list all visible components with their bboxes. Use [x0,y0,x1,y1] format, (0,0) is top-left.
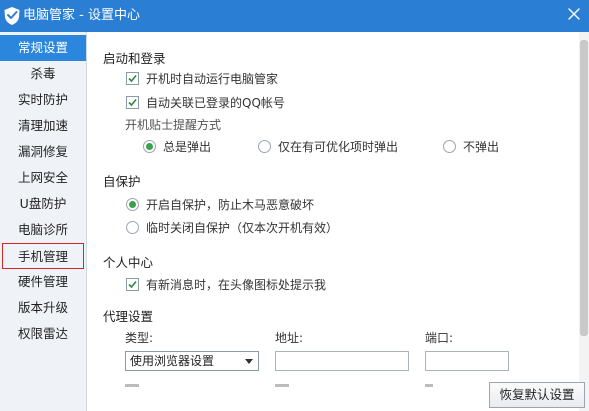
checkmark-icon [128,280,137,289]
clipped-field-label [425,384,433,387]
tips-subtitle: 开机贴士提醒方式 [125,118,222,132]
clipped-field-label [125,384,139,387]
self-protect-section-title: 自保护 [103,174,141,189]
proxy-type-value: 使用浏览器设置 [130,354,215,368]
tips-always-label: 总是弹出 [163,140,212,154]
close-icon [568,8,580,20]
tips-optimizable-label: 仅在有可优化项时弹出 [278,140,399,154]
startup-section-title: 启动和登录 [103,51,166,66]
sidebar-item-version-upgrade[interactable]: 版本升级 [0,295,86,321]
vertical-scrollbar[interactable] [579,32,589,411]
autostart-checkbox[interactable] [126,72,139,85]
sidebar-item-hardware-management[interactable]: 硬件管理 [0,269,86,295]
sidebar-item-vulnerability-fix[interactable]: 漏洞修复 [0,139,86,165]
qq-link-label: 自动关联已登录的QQ帐号 [146,96,285,110]
dropdown-arrow-icon [245,359,253,364]
self-protect-off-label: 临时关闭自保护（仅本次开机有效） [146,221,339,235]
sidebar-item-phone-management[interactable]: 手机管理 [2,243,84,269]
self-protect-on-label: 开启自保护，防止木马恶意破坏 [146,198,315,212]
clipped-field-label [275,384,289,387]
shield-logo-icon [4,7,20,25]
self-protect-on-radio[interactable] [126,198,139,211]
proxy-address-label: 地址: [275,331,304,345]
sidebar-item-general[interactable]: 常规设置 [0,35,86,61]
checkmark-icon [128,98,137,107]
sidebar-item-permission-radar[interactable]: 权限雷达 [0,321,86,347]
tips-always-radio[interactable] [143,140,156,153]
notify-checkbox[interactable] [126,278,139,291]
sidebar-item-usb-protection[interactable]: U盘防护 [0,191,86,217]
sidebar-item-realtime-protection[interactable]: 实时防护 [0,87,86,113]
tips-never-radio[interactable] [443,140,456,153]
self-protect-off-radio[interactable] [126,221,139,234]
title-bar: 电脑管家 - 设置中心 [0,0,589,32]
proxy-type-label: 类型: [125,331,154,345]
sidebar-item-web-security[interactable]: 上网安全 [0,165,86,191]
scrollbar-thumb[interactable] [580,40,588,336]
qq-link-checkbox[interactable] [126,96,139,109]
close-button[interactable] [559,0,589,30]
settings-window: 电脑管家 - 设置中心 常规设置 杀毒 实时防护 清理加速 漏洞修复 上网安全 … [0,0,589,411]
proxy-type-select[interactable]: 使用浏览器设置 [125,351,259,371]
tips-never-label: 不弹出 [463,140,500,154]
checkmark-icon [128,74,137,83]
proxy-port-input[interactable] [425,351,509,371]
settings-content: 启动和登录 开机时自动运行电脑管家 自动关联已登录的QQ帐号 开机贴士提醒方式 … [88,32,589,411]
proxy-port-label: 端口: [425,331,454,345]
restore-defaults-button[interactable]: 恢复默认设置 [489,382,585,408]
sidebar-item-pc-clinic[interactable]: 电脑诊所 [0,217,86,243]
sidebar: 常规设置 杀毒 实时防护 清理加速 漏洞修复 上网安全 U盘防护 电脑诊所 手机… [0,32,87,411]
proxy-section-title: 代理设置 [103,309,154,324]
window-title: 电脑管家 - 设置中心 [23,8,140,23]
autostart-label: 开机时自动运行电脑管家 [146,72,279,86]
personal-section-title: 个人中心 [103,255,154,270]
sidebar-item-antivirus[interactable]: 杀毒 [0,61,86,87]
notify-label: 有新消息时，在头像图标处提示我 [146,278,327,292]
proxy-address-input[interactable] [275,351,409,371]
tips-optimizable-radio[interactable] [258,140,271,153]
sidebar-item-cleanup[interactable]: 清理加速 [0,113,86,139]
